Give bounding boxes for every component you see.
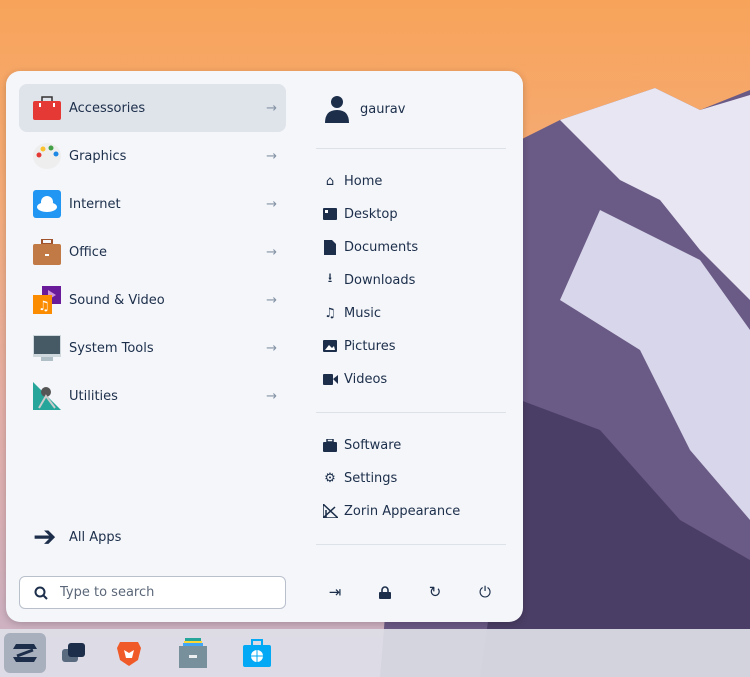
- category-label: Sound & Video: [69, 292, 165, 308]
- user-button[interactable]: gaurav: [324, 95, 405, 123]
- cloud-icon: [33, 190, 61, 218]
- zorin-menu-button[interactable]: [4, 633, 46, 673]
- svg-text:♫: ♫: [38, 299, 50, 314]
- user-name: gaurav: [360, 101, 406, 117]
- search-input[interactable]: [60, 585, 260, 600]
- arrow-right-icon: →: [266, 244, 277, 260]
- log-out-icon: ⇥: [328, 583, 342, 601]
- place-music[interactable]: ♫ Music: [322, 302, 381, 324]
- download-icon: ⭳: [327, 271, 333, 286]
- place-label: Pictures: [344, 338, 396, 354]
- restart-button[interactable]: ↻: [420, 577, 450, 607]
- document-icon: [322, 239, 338, 255]
- place-pictures[interactable]: Pictures: [322, 335, 395, 357]
- category-label: System Tools: [69, 340, 154, 356]
- all-apps-button[interactable]: ➔ All Apps: [33, 523, 121, 551]
- files-button[interactable]: [172, 633, 214, 673]
- picture-icon: [322, 340, 338, 352]
- place-label: Downloads: [344, 272, 416, 288]
- arrow-right-icon: →: [266, 100, 277, 116]
- music-video-icon: ♫: [33, 286, 61, 314]
- software-store-button[interactable]: [236, 633, 278, 673]
- arrow-right-icon: →: [266, 292, 277, 308]
- arrow-right-icon: ➔: [33, 520, 57, 553]
- category-label: Office: [69, 244, 107, 260]
- category-label: Accessories: [69, 100, 146, 116]
- system-label: Software: [344, 437, 402, 453]
- settings-button[interactable]: ⚙ Settings: [322, 467, 397, 489]
- arrow-right-icon: →: [266, 340, 277, 356]
- system-label: Zorin Appearance: [344, 503, 461, 519]
- category-system-tools[interactable]: System Tools →: [19, 324, 286, 372]
- toolbox-icon: [33, 94, 61, 122]
- power-button[interactable]: ⏻: [470, 577, 500, 607]
- briefcase-icon: [33, 238, 61, 266]
- user-icon: [325, 96, 349, 123]
- file-cabinet-icon: [179, 638, 207, 668]
- place-label: Desktop: [344, 206, 398, 222]
- place-label: Videos: [344, 371, 388, 387]
- category-graphics[interactable]: Graphics →: [19, 132, 286, 180]
- category-office[interactable]: Office →: [19, 228, 286, 276]
- brave-browser-button[interactable]: [108, 633, 150, 673]
- zorin-logo-icon: [13, 644, 37, 662]
- appearance-icon: [322, 504, 338, 518]
- lock-icon: [379, 585, 391, 599]
- category-accessories[interactable]: Accessories →: [19, 84, 286, 132]
- search-icon: [34, 586, 48, 600]
- place-label: Home: [344, 173, 383, 189]
- brave-lion-icon: [117, 642, 141, 666]
- category-label: Utilities: [69, 388, 118, 404]
- place-home[interactable]: ⌂ Home: [322, 170, 383, 192]
- category-label: Graphics: [69, 148, 127, 164]
- zorin-appearance-button[interactable]: Zorin Appearance: [322, 500, 460, 522]
- arrow-right-icon: →: [266, 196, 277, 212]
- monitor-icon: [33, 334, 61, 362]
- palette-icon: [33, 142, 61, 170]
- search-box[interactable]: [19, 576, 286, 609]
- divider: [316, 544, 506, 545]
- arrow-right-icon: →: [266, 388, 277, 404]
- restart-icon: ↻: [428, 583, 442, 601]
- power-icon: ⏻: [479, 583, 491, 601]
- category-label: Internet: [69, 196, 121, 212]
- lock-button[interactable]: [370, 577, 400, 607]
- category-sound-video[interactable]: ♫ Sound & Video →: [19, 276, 286, 324]
- software-store-icon: [243, 639, 271, 667]
- arrow-right-icon: →: [266, 148, 277, 164]
- all-apps-label: All Apps: [69, 529, 122, 545]
- music-icon: ♫: [324, 305, 336, 321]
- taskbar: [0, 629, 750, 677]
- place-desktop[interactable]: Desktop: [322, 203, 398, 225]
- log-out-button[interactable]: ⇥: [320, 577, 350, 607]
- divider: [316, 412, 506, 413]
- place-documents[interactable]: Documents: [322, 236, 418, 258]
- divider: [316, 148, 506, 149]
- software-bag-icon: [322, 438, 338, 452]
- place-videos[interactable]: Videos: [322, 368, 387, 390]
- place-label: Music: [344, 305, 381, 321]
- workspaces-icon: [62, 643, 85, 662]
- software-button[interactable]: Software: [322, 434, 401, 456]
- system-label: Settings: [344, 470, 398, 486]
- place-label: Documents: [344, 239, 419, 255]
- place-downloads[interactable]: ⭳ Downloads: [322, 269, 416, 291]
- gear-icon: ⚙: [324, 470, 336, 486]
- start-menu: Accessories → Graphics → Internet → Office →…: [6, 71, 523, 622]
- desktop-icon: [322, 208, 338, 220]
- utilities-icon: [33, 382, 61, 410]
- video-icon: [322, 373, 338, 385]
- category-internet[interactable]: Internet →: [19, 180, 286, 228]
- workspaces-button[interactable]: [53, 633, 95, 673]
- category-utilities[interactable]: Utilities →: [19, 372, 286, 420]
- home-icon: ⌂: [325, 173, 335, 189]
